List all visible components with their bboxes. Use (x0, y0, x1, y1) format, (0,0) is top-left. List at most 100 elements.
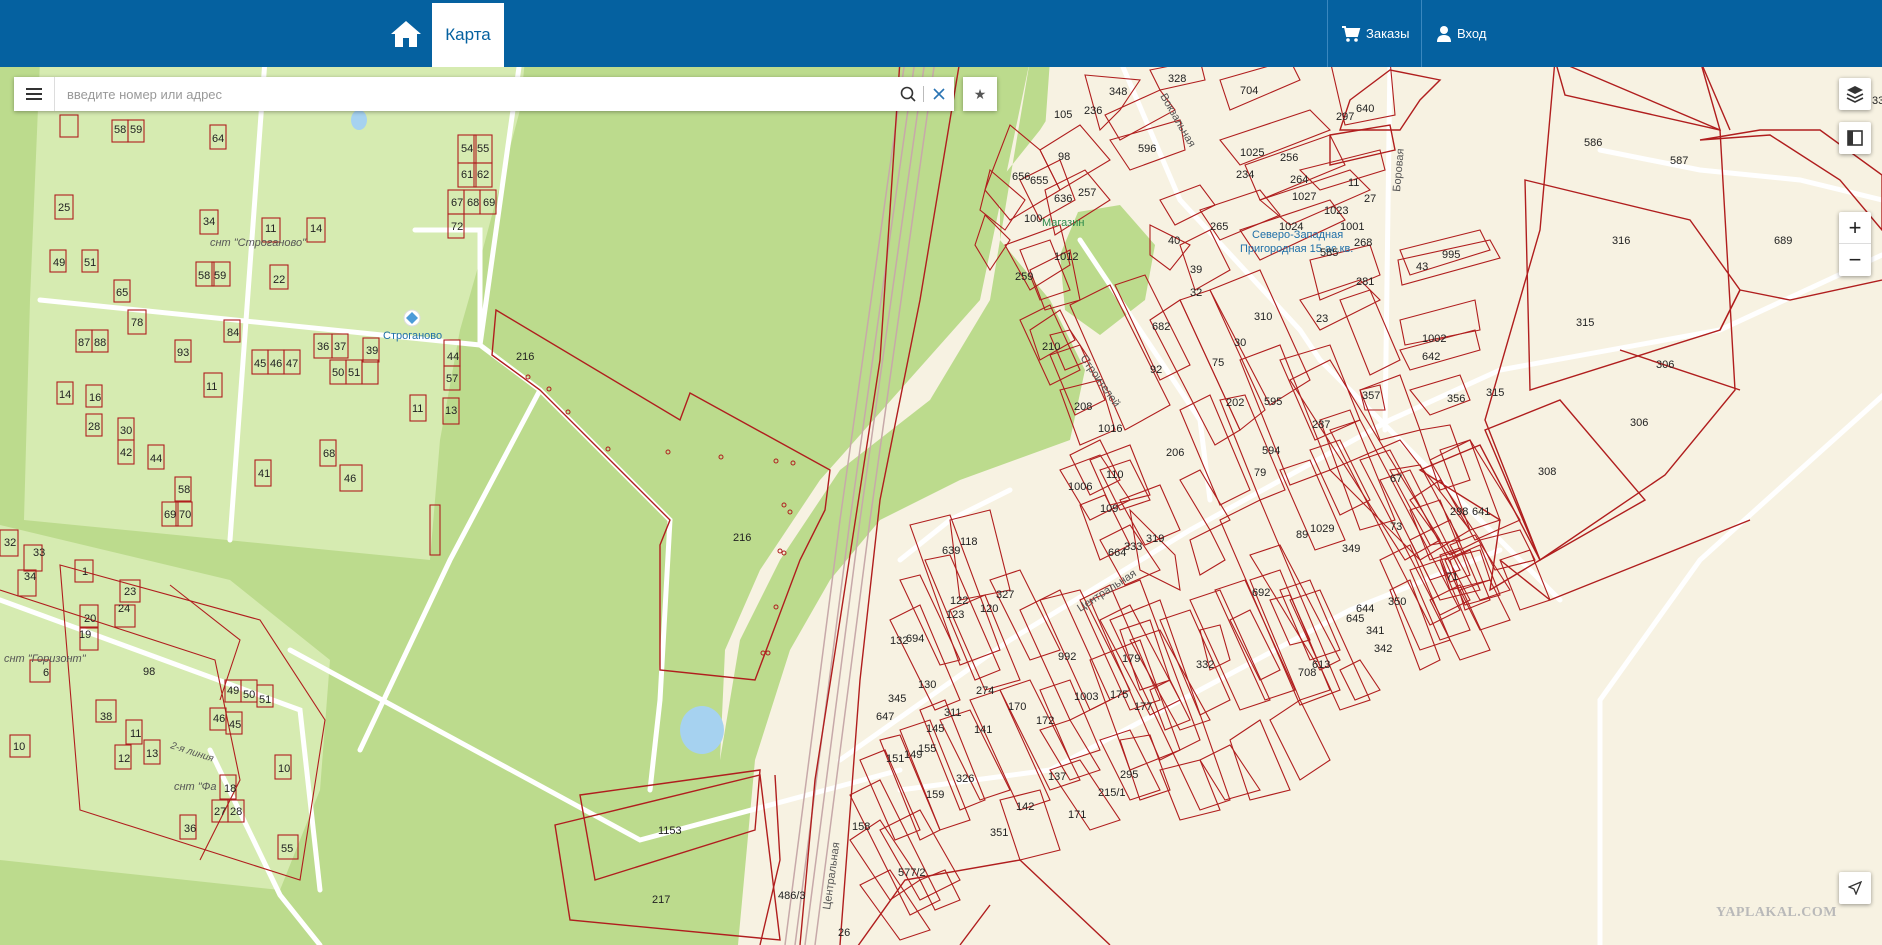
parcel-number: 69 (483, 197, 495, 209)
parcel-number: 306 (1630, 417, 1648, 429)
parcel-number: 47 (286, 358, 298, 370)
zoom-out-button[interactable]: − (1839, 244, 1871, 276)
parcel-number: 287 (1312, 419, 1330, 431)
parcel-number: 46 (270, 358, 282, 370)
parcel-number: 704 (1240, 85, 1258, 97)
parcel-number: 11 (412, 403, 423, 415)
parcel-number: 14 (310, 223, 322, 235)
parcel-number: 656 (1012, 171, 1030, 183)
search-bar (14, 77, 954, 111)
login-button[interactable]: Вход (1436, 0, 1486, 67)
parcel-number: 268 (1354, 237, 1372, 249)
parcel-number: 356 (1447, 393, 1465, 405)
parcel-number: 137 (1048, 771, 1066, 783)
parcel-number: 109 (1100, 503, 1118, 515)
parcel-number: 992 (1058, 651, 1076, 663)
tab-map[interactable]: Карта (432, 3, 504, 67)
parcel-number: 1003 (1074, 691, 1098, 703)
parcel-number: 92 (1150, 364, 1162, 376)
cadastral-map[interactable]: снт "Строганово" Строганово снт "Горизон… (0, 0, 1882, 945)
home-button[interactable] (380, 0, 432, 67)
parcel-number: 34 (24, 571, 36, 583)
parcel-number: 69 (164, 509, 176, 521)
parcel-number: 216 (516, 351, 534, 363)
parcel-number: 215/1 (1098, 787, 1126, 799)
location-arrow-icon (1848, 881, 1862, 895)
parcel-number: 345 (888, 693, 906, 705)
parcel-number: 640 (1356, 103, 1374, 115)
parcel-number: 319 (1146, 533, 1164, 545)
parcel-number: 1002 (1422, 333, 1446, 345)
layers-icon (1846, 86, 1864, 103)
parcel-number: 33 (1872, 95, 1882, 107)
parcel-number: 585 (1320, 247, 1338, 259)
nav-divider (1421, 0, 1422, 67)
parcel-number: 694 (906, 633, 924, 645)
parcel-number: 689 (1774, 235, 1792, 247)
orders-button[interactable]: Заказы (1341, 0, 1409, 67)
parcel-number: 587 (1670, 155, 1688, 167)
parcel-number: 16 (89, 392, 101, 404)
parcel-number: 11 (265, 223, 276, 235)
parcel-number: 23 (1316, 313, 1328, 325)
parcel-number: 39 (1190, 264, 1202, 276)
zoom-in-button[interactable]: + (1839, 212, 1871, 244)
search-button[interactable] (893, 77, 923, 111)
parcel-number: 315 (1576, 317, 1594, 329)
menu-button[interactable] (14, 77, 55, 111)
parcel-number: 100 (1024, 213, 1042, 225)
parcel-number: 1024 (1279, 221, 1303, 233)
parcel-number: 341 (1366, 625, 1384, 637)
parcel-number: 70 (179, 509, 191, 521)
parcel-number: 636 (1054, 193, 1072, 205)
parcel-number: 20 (84, 613, 96, 625)
clear-search-button[interactable] (924, 77, 954, 111)
parcel-number: 295 (1120, 769, 1138, 781)
parcel-number: 68 (467, 197, 479, 209)
parcel-number: 19 (79, 629, 91, 641)
layers-button[interactable] (1839, 78, 1871, 110)
parcel-number: 50 (243, 689, 255, 701)
parcel-number: 68 (323, 448, 335, 460)
pond (680, 706, 724, 754)
label-snt-gorizont: снт "Горизонт" (4, 653, 87, 665)
parcel-number: 175 (1110, 689, 1128, 701)
parcel-number: 26 (838, 927, 850, 939)
parcel-number: 72 (451, 221, 463, 233)
parcel-number: 12 (118, 753, 130, 765)
parcel-number: 170 (1008, 701, 1026, 713)
parcel-number: 10 (13, 741, 25, 753)
parcel-number: 75 (1212, 357, 1224, 369)
parcel-number: 333 (1124, 541, 1142, 553)
nav-divider (1327, 0, 1328, 67)
favorites-button[interactable]: ★ (963, 77, 997, 111)
parcel-number: 142 (1016, 801, 1034, 813)
parcel-number: 177 (1134, 701, 1152, 713)
parcel-number: 46 (213, 713, 225, 725)
parcel-number: 33 (33, 547, 45, 559)
parcel-number: 1 (82, 566, 88, 578)
parcel-number: 55 (477, 143, 489, 155)
parcel-number: 59 (130, 124, 142, 136)
label-stroganovo[interactable]: Строганово (383, 330, 442, 342)
basemap-button[interactable] (1839, 122, 1871, 154)
parcel-number: 1027 (1292, 191, 1316, 203)
parcel-number: 326 (956, 773, 974, 785)
parcel-number: 130 (918, 679, 936, 691)
parcel-number: 316 (1612, 235, 1630, 247)
parcel-number: 1023 (1324, 205, 1348, 217)
parcel-number: 32 (4, 537, 16, 549)
parcel-number: 98 (1058, 151, 1070, 163)
parcel-number: 298 (1450, 506, 1468, 518)
parcel-number: 89 (1296, 529, 1308, 541)
parcel-number: 84 (227, 327, 239, 339)
locate-button[interactable] (1839, 872, 1871, 904)
search-input[interactable] (55, 79, 893, 109)
parcel-number: 328 (1168, 73, 1186, 85)
parcel-number: 315 (1486, 387, 1504, 399)
parcel-number: 43 (1416, 261, 1428, 273)
parcel-number: 13 (146, 748, 158, 760)
parcel-number: 71 (1446, 571, 1458, 583)
parcel-number: 577/2 (898, 867, 926, 879)
parcel-number: 25 (58, 202, 70, 214)
